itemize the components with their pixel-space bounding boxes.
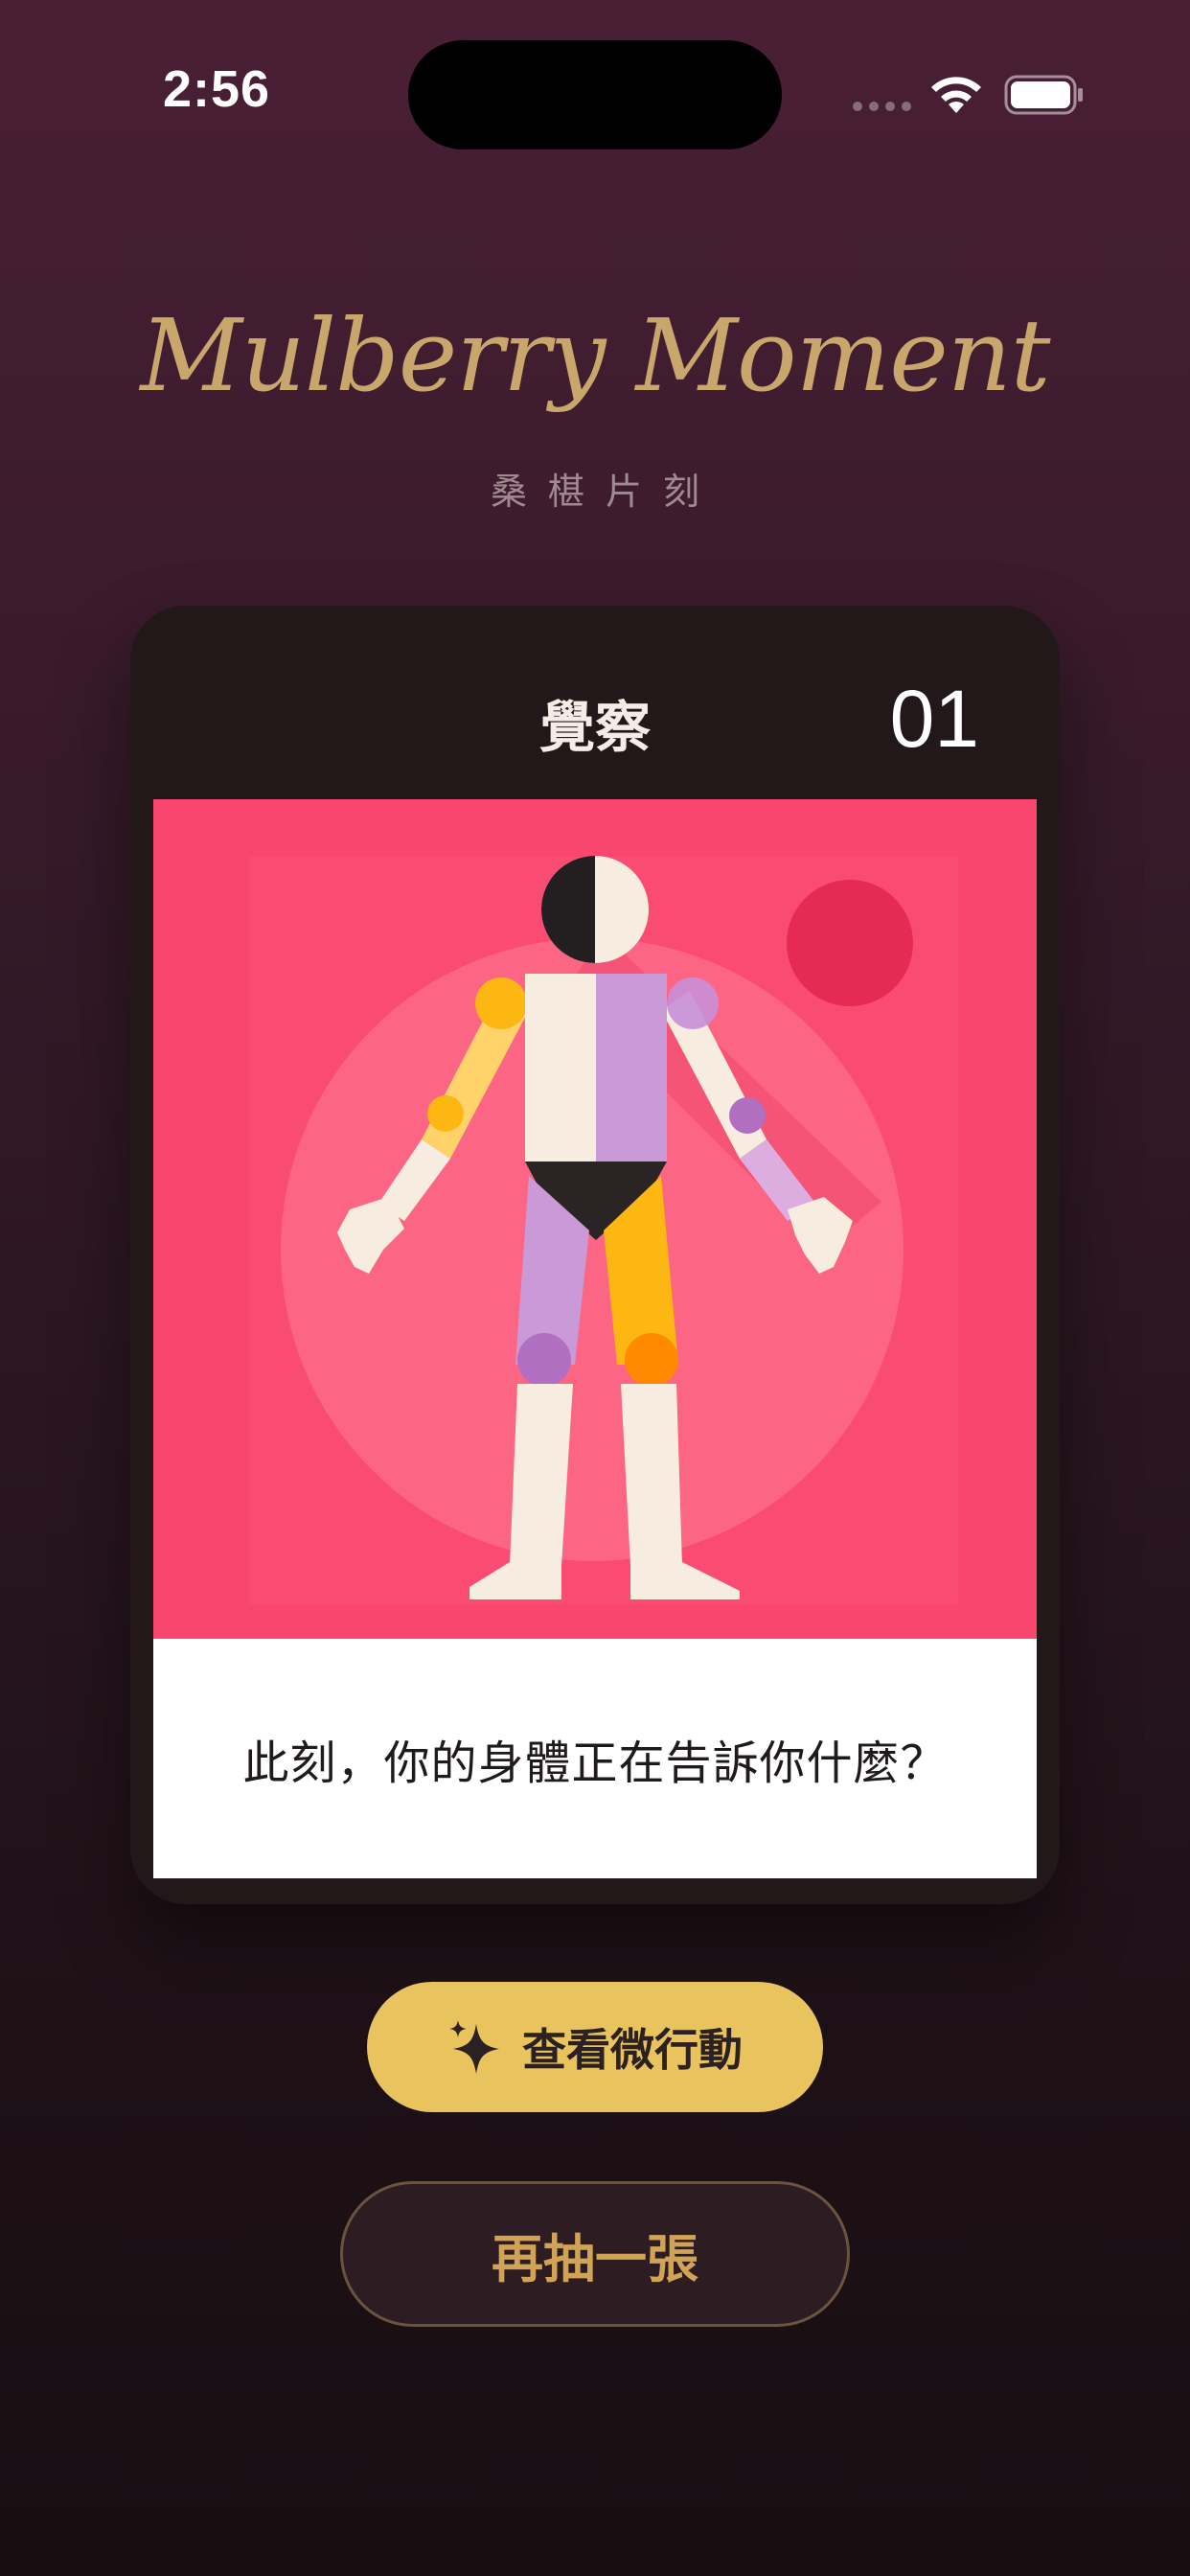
secondary-button-label: 再抽一張 <box>492 2228 698 2289</box>
view-micro-action-button[interactable]: 查看微行動 <box>367 1982 823 2112</box>
dynamic-island <box>408 40 782 150</box>
body-figure-illustration <box>153 799 1037 1639</box>
signal-dots-icon <box>853 102 911 111</box>
card-number: 01 <box>889 674 979 764</box>
primary-button-label: 查看微行動 <box>522 2024 743 2076</box>
sparkle-icon <box>449 2020 499 2074</box>
draw-another-button[interactable]: 再抽一張 <box>340 2181 850 2327</box>
status-bar: 2:56 <box>0 0 1190 192</box>
app-subtitle: 桑椹片刻 <box>490 471 721 513</box>
wifi-icon <box>931 77 981 113</box>
card-footer: 此刻，你的身體正在告訴你什麼？ <box>153 1639 1037 1878</box>
card-question: 此刻，你的身體正在告訴你什麼？ <box>242 1736 948 1790</box>
status-time: 2:56 <box>163 60 271 118</box>
app-title: Mulberry Moment <box>140 297 1050 414</box>
prompt-card[interactable]: 覺察 01 此刻，你的身體正在告訴你什麼？ <box>130 606 1060 1904</box>
battery-icon <box>1004 75 1083 115</box>
